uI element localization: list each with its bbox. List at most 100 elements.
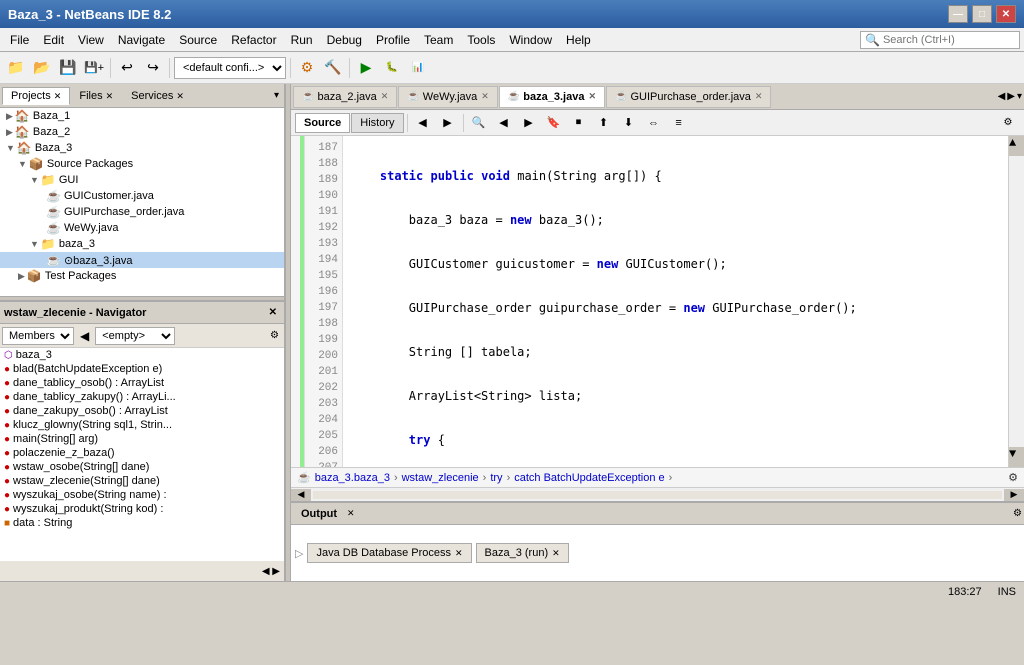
members-filter[interactable]: Members bbox=[2, 327, 74, 345]
menu-team[interactable]: Team bbox=[418, 31, 459, 49]
tab-services[interactable]: Services ✕ bbox=[122, 87, 193, 105]
menu-tools[interactable]: Tools bbox=[461, 31, 501, 49]
nav-member-wyszukaj-osobe[interactable]: ● wyszukaj_osobe(String name) : bbox=[0, 488, 284, 502]
scroll-down[interactable]: ▼ bbox=[1009, 447, 1024, 467]
output-minimize[interactable]: ⚙ bbox=[1013, 508, 1022, 519]
menu-source[interactable]: Source bbox=[173, 31, 223, 49]
search-input[interactable] bbox=[883, 34, 1013, 46]
output-tab-javadb[interactable]: Java DB Database Process ✕ bbox=[307, 543, 471, 563]
toggle-bookmarks[interactable]: 🔍 bbox=[467, 111, 491, 135]
tab-close[interactable]: ✕ bbox=[381, 91, 389, 102]
source-tab[interactable]: Source bbox=[295, 113, 350, 133]
tree-item-gui[interactable]: ▼ 📁 GUI bbox=[0, 172, 284, 188]
nav-member-wyszukaj-produkt[interactable]: ● wyszukaj_produkt(String kod) : bbox=[0, 502, 284, 516]
nav-member-data[interactable]: ■ data : String bbox=[0, 516, 284, 530]
tree-item-source-packages[interactable]: ▼ 📦 Source Packages bbox=[0, 156, 284, 172]
tab-close[interactable]: ✕ bbox=[481, 91, 489, 102]
breadcrumb-class[interactable]: baza_3.baza_3 bbox=[315, 472, 390, 484]
tree-item-guicustomer[interactable]: ☕ GUICustomer.java bbox=[0, 188, 284, 204]
editor-tab-wewy[interactable]: ☕ WeWy.java ✕ bbox=[398, 86, 498, 108]
menu-edit[interactable]: Edit bbox=[37, 31, 70, 49]
nav-member-blad[interactable]: ● blad(BatchUpdateException e) bbox=[0, 362, 284, 376]
output-tab-close[interactable]: ✕ bbox=[552, 548, 560, 559]
breadcrumb-method[interactable]: wstaw_zlecenie bbox=[402, 472, 479, 484]
debug-button[interactable]: 🐛 bbox=[380, 56, 404, 80]
close-button[interactable]: ✕ bbox=[996, 5, 1016, 23]
prev-error[interactable]: ⬆ bbox=[592, 111, 616, 135]
toggle-breakpoint[interactable]: ⏹ bbox=[567, 111, 591, 135]
history-tab[interactable]: History bbox=[351, 113, 403, 133]
forward-button[interactable]: ▶ bbox=[436, 111, 460, 135]
save-button[interactable]: 💾 bbox=[56, 56, 80, 80]
tree-item-baza2[interactable]: ▶ 🏠 Baza_2 bbox=[0, 124, 284, 140]
tab-scroll-left[interactable]: ◀ bbox=[998, 91, 1006, 102]
tree-item-baza3-folder[interactable]: ▼ 📁 baza_3 bbox=[0, 236, 284, 252]
scroll-up[interactable]: ▲ bbox=[1009, 136, 1024, 156]
more-button[interactable]: ≡ bbox=[667, 111, 691, 135]
build-button[interactable]: ⚙ bbox=[295, 56, 319, 80]
tab-menu-button[interactable]: ▾ bbox=[1017, 91, 1022, 102]
nav-member-main[interactable]: ● main(String[] arg) bbox=[0, 432, 284, 446]
scroll-right[interactable]: ▶ bbox=[1004, 489, 1024, 501]
profile-button[interactable]: 📊 bbox=[406, 56, 430, 80]
menu-debug[interactable]: Debug bbox=[321, 31, 368, 49]
undo-button[interactable]: ↩ bbox=[115, 56, 139, 80]
tree-item-baza3[interactable]: ▼ 🏠 Baza_3 bbox=[0, 140, 284, 156]
editor-tab-baza3[interactable]: ☕ baza_3.java ✕ bbox=[499, 86, 605, 108]
menu-profile[interactable]: Profile bbox=[370, 31, 416, 49]
back-button[interactable]: ◀ bbox=[411, 111, 435, 135]
menu-help[interactable]: Help bbox=[560, 31, 597, 49]
redo-button[interactable]: ↪ bbox=[141, 56, 165, 80]
nav-member-wstaw-zlecenie[interactable]: ● wstaw_zlecenie(String[] dane) bbox=[0, 474, 284, 488]
tree-item-test-packages[interactable]: ▶ 📦 Test Packages bbox=[0, 268, 284, 284]
editor-settings[interactable]: ⚙ bbox=[996, 111, 1020, 135]
nav-member-dane-osob[interactable]: ● dane_tablicy_osob() : ArrayList bbox=[0, 376, 284, 390]
new-project-button[interactable]: 📁 bbox=[4, 56, 28, 80]
save-all-button[interactable]: 💾+ bbox=[82, 56, 106, 80]
run-button[interactable]: ▶ bbox=[354, 56, 378, 80]
editor-tab-baza2[interactable]: ☕ baza_2.java ✕ bbox=[293, 86, 397, 108]
tree-item-wewy[interactable]: ☕ WeWy.java bbox=[0, 220, 284, 236]
next-error[interactable]: ⬇ bbox=[617, 111, 641, 135]
menu-refactor[interactable]: Refactor bbox=[225, 31, 282, 49]
tree-item-guipurchase[interactable]: ☕ GUIPurchase_order.java bbox=[0, 204, 284, 220]
nav-member-polaczenie[interactable]: ● polaczenie_z_baza() bbox=[0, 446, 284, 460]
nav-member-klucz[interactable]: ● klucz_glowny(String sql1, Strin... bbox=[0, 418, 284, 432]
output-tab-close[interactable]: ✕ bbox=[455, 548, 463, 559]
menu-navigate[interactable]: Navigate bbox=[112, 31, 171, 49]
menu-file[interactable]: File bbox=[4, 31, 35, 49]
panel-menu-button[interactable]: ▾ bbox=[271, 90, 282, 101]
breadcrumb-catch[interactable]: catch BatchUpdateException e bbox=[514, 472, 664, 484]
breadcrumb-settings[interactable]: ⚙ bbox=[1008, 471, 1018, 484]
tree-item-baza3java[interactable]: ☕ ⊙baza_3.java bbox=[0, 252, 284, 268]
diff-button[interactable]: ⇔ bbox=[642, 111, 666, 135]
output-tab-baza3run[interactable]: Baza_3 (run) ✕ bbox=[476, 543, 569, 563]
tab-files[interactable]: Files ✕ bbox=[70, 87, 122, 105]
editor-tab-guipurchase[interactable]: ☕ GUIPurchase_order.java ✕ bbox=[606, 86, 771, 108]
prev-bookmark[interactable]: ◀ bbox=[492, 111, 516, 135]
scroll-left[interactable]: ◀ bbox=[291, 489, 311, 501]
nav-member-dane-zakupy[interactable]: ● dane_zakupy_osob() : ArrayList bbox=[0, 404, 284, 418]
project-tree[interactable]: ▶ 🏠 Baza_1 ▶ 🏠 Baza_2 ▼ 🏠 Baza_3 ▼ 📦 So bbox=[0, 108, 284, 296]
editor-scrollbar[interactable]: ▲ ▼ bbox=[1008, 136, 1024, 467]
navigator-scrollbar[interactable]: ◀ ▶ bbox=[0, 561, 284, 581]
clean-build-button[interactable]: 🔨 bbox=[321, 56, 345, 80]
next-bookmark[interactable]: ▶ bbox=[517, 111, 541, 135]
output-tab[interactable]: Output bbox=[293, 506, 345, 522]
menu-run[interactable]: Run bbox=[285, 31, 319, 49]
nav-class-baza3[interactable]: ⬡ baza_3 bbox=[0, 348, 284, 362]
tree-item-baza1[interactable]: ▶ 🏠 Baza_1 bbox=[0, 108, 284, 124]
tab-scroll-right[interactable]: ▶ bbox=[1007, 91, 1015, 102]
output-tab-close[interactable]: ✕ bbox=[347, 508, 355, 519]
tab-projects[interactable]: Projects ✕ bbox=[2, 87, 70, 105]
tab-close[interactable]: ✕ bbox=[588, 91, 596, 102]
config-dropdown[interactable]: <default confi...> bbox=[174, 57, 286, 79]
minimize-button[interactable]: — bbox=[948, 5, 968, 23]
add-bookmark[interactable]: 🔖 bbox=[542, 111, 566, 135]
maximize-button[interactable]: □ bbox=[972, 5, 992, 23]
scope-filter[interactable]: <empty> bbox=[95, 327, 175, 345]
navigator-menu-button[interactable]: ✕ bbox=[266, 307, 280, 318]
open-button[interactable]: 📂 bbox=[30, 56, 54, 80]
breadcrumb-try[interactable]: try bbox=[490, 472, 502, 484]
menu-view[interactable]: View bbox=[72, 31, 110, 49]
